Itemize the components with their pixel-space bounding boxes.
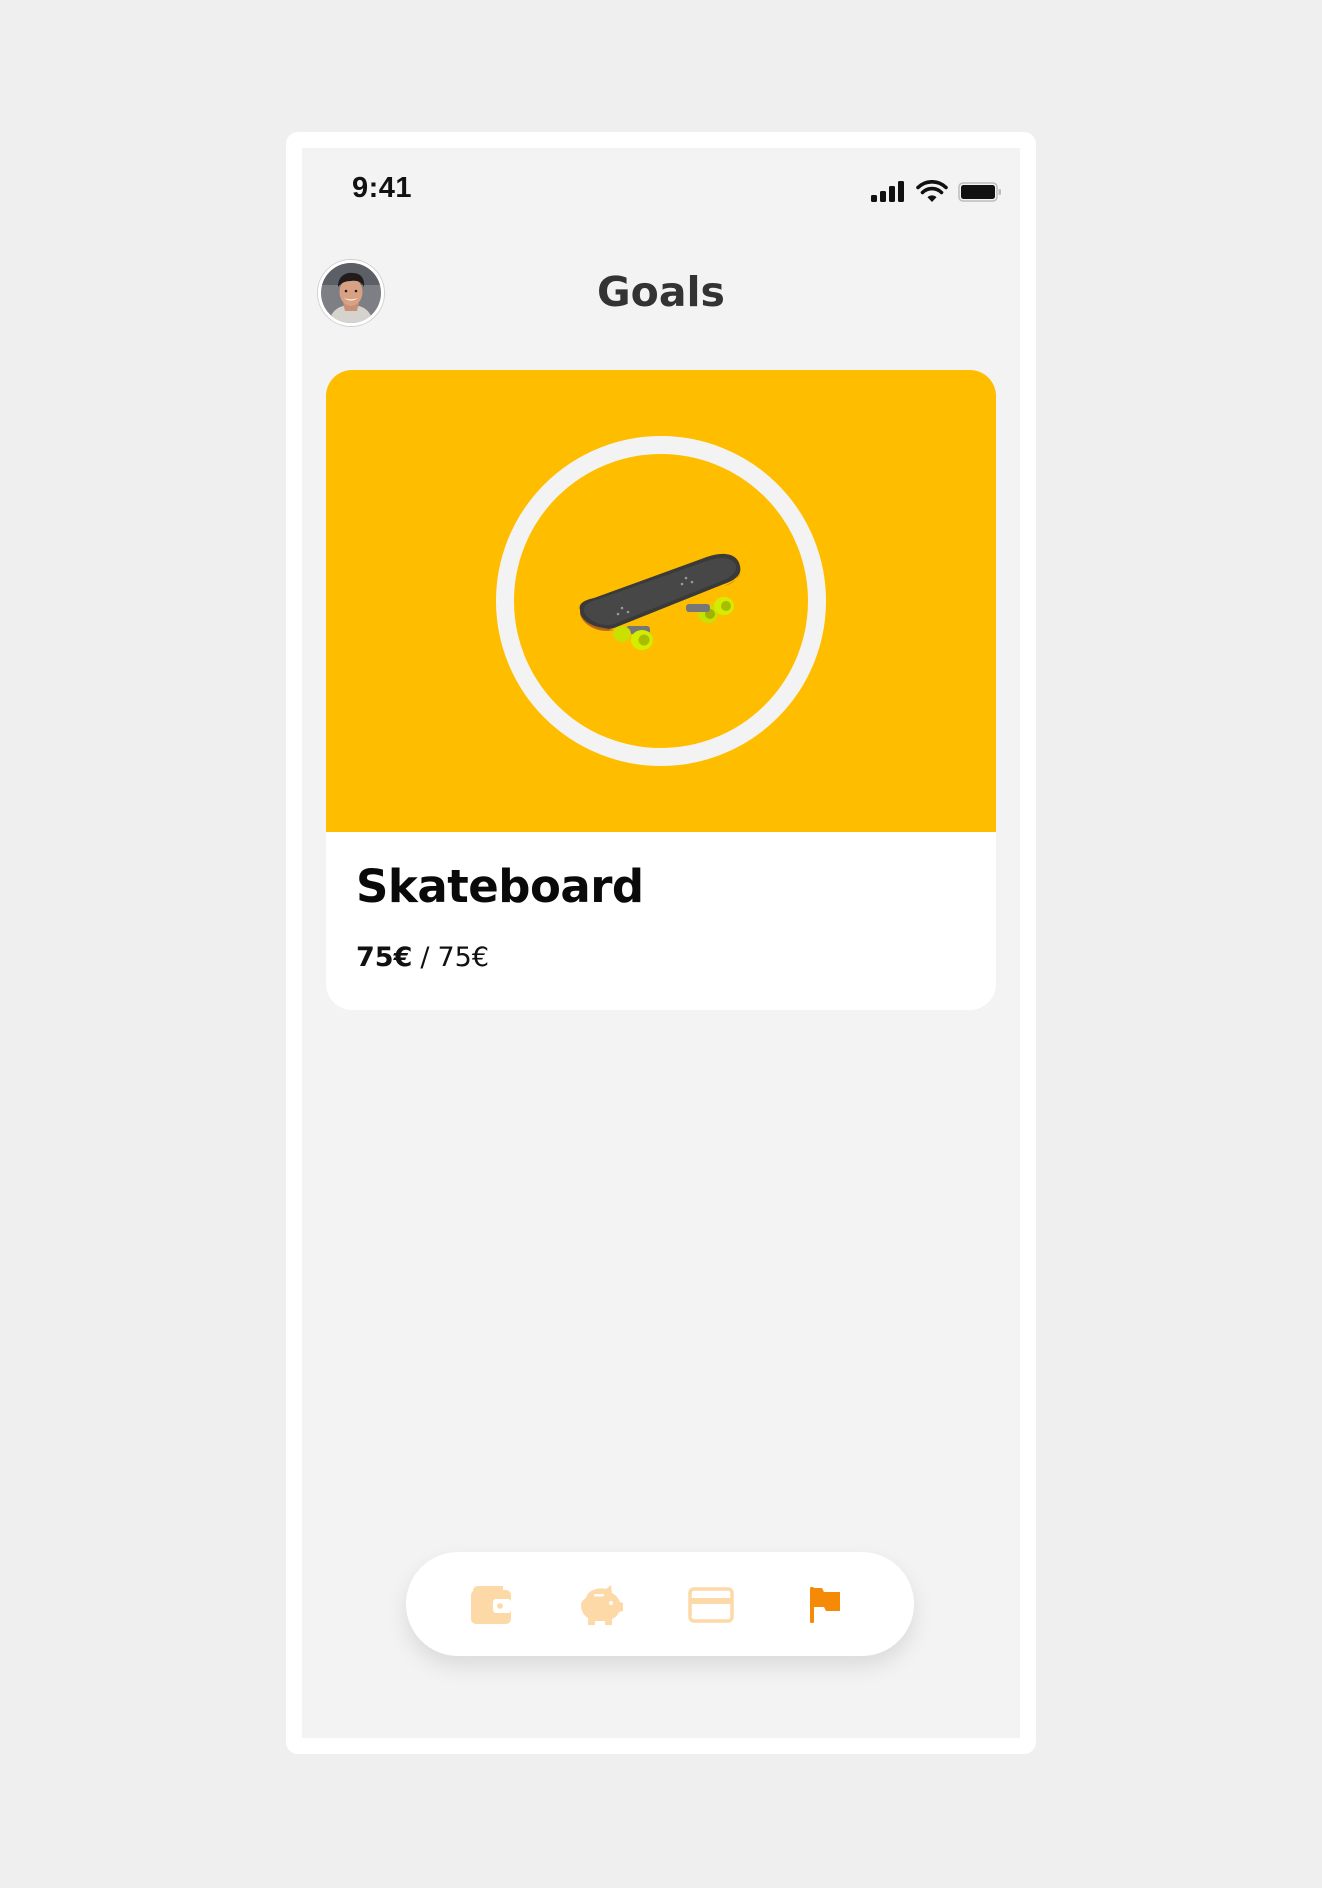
flag-icon xyxy=(810,1587,840,1623)
goal-card[interactable]: Skateboard 75€/75€ xyxy=(326,370,996,1010)
goal-target-amount: 75€ xyxy=(437,942,490,973)
status-icons xyxy=(870,180,1002,204)
goal-name: Skateboard xyxy=(356,860,644,913)
goal-saved-amount: 75€ xyxy=(356,942,413,973)
nav-item-goals[interactable] xyxy=(802,1584,848,1626)
device-frame: 9:41 Goals Skateboard 75€ / 75€ xyxy=(286,132,1036,1754)
nav-item-wallet[interactable] xyxy=(468,1584,514,1626)
page-title: Goals xyxy=(597,268,725,316)
goal-amount-separator: / xyxy=(420,942,430,973)
app-screen: 9:41 Goals Skateboard 75€ / 75€ xyxy=(302,148,1020,1738)
battery-icon xyxy=(958,182,1001,202)
cellular-signal-icon xyxy=(871,181,904,202)
credit-card-icon xyxy=(688,1587,734,1623)
wallet-icon xyxy=(471,1586,511,1624)
status-time: 9:41 xyxy=(352,172,413,204)
skateboard-illustration xyxy=(579,553,741,650)
nav-item-savings[interactable] xyxy=(578,1584,624,1626)
goal-amounts: 75€/75€ xyxy=(356,942,489,973)
wifi-icon xyxy=(916,180,948,202)
goal-hero xyxy=(326,370,996,832)
bottom-navigation xyxy=(406,1552,914,1656)
nav-item-cards[interactable] xyxy=(688,1584,734,1626)
piggy-bank-icon xyxy=(581,1585,623,1625)
